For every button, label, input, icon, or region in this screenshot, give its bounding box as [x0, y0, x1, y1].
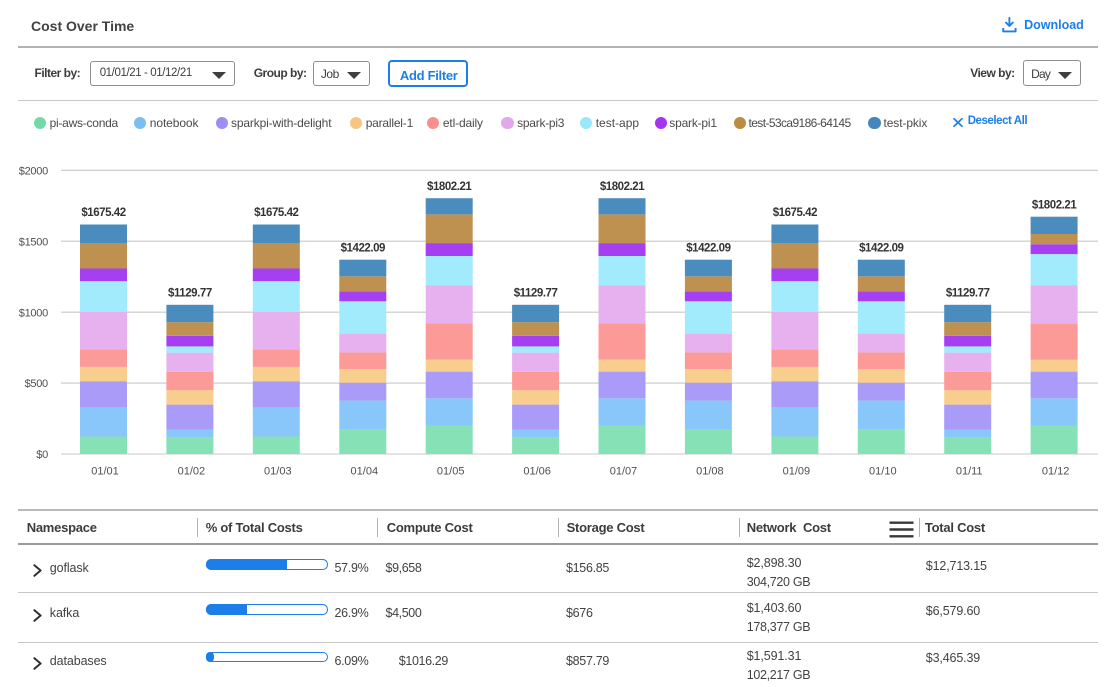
- svg-text:$1422.09: $1422.09: [341, 242, 385, 254]
- svg-text:01/11: 01/11: [956, 466, 983, 478]
- svg-text:$1129.77: $1129.77: [946, 288, 990, 300]
- svg-text:$1500: $1500: [19, 236, 48, 248]
- svg-text:$1802.21: $1802.21: [427, 181, 472, 193]
- svg-text:$1675.42: $1675.42: [254, 207, 298, 219]
- svg-text:$1129.77: $1129.77: [514, 288, 558, 300]
- svg-text:$1675.42: $1675.42: [773, 207, 817, 219]
- svg-text:$0: $0: [36, 449, 48, 461]
- svg-text:$2000: $2000: [19, 165, 48, 177]
- svg-text:01/05: 01/05: [437, 466, 465, 478]
- svg-text:01/09: 01/09: [783, 466, 811, 478]
- svg-text:01/06: 01/06: [523, 466, 551, 478]
- svg-text:01/02: 01/02: [178, 466, 206, 478]
- svg-text:01/12: 01/12: [1042, 466, 1070, 478]
- svg-text:01/03: 01/03: [264, 466, 292, 478]
- svg-text:$1802.21: $1802.21: [1032, 199, 1077, 211]
- svg-text:$1675.42: $1675.42: [81, 207, 125, 219]
- svg-text:$1129.77: $1129.77: [168, 288, 212, 300]
- svg-text:01/10: 01/10: [869, 466, 897, 478]
- svg-text:01/04: 01/04: [351, 466, 379, 478]
- svg-text:01/07: 01/07: [610, 466, 638, 478]
- svg-text:$1000: $1000: [19, 307, 48, 319]
- svg-text:$1802.21: $1802.21: [600, 181, 645, 193]
- svg-text:$1422.09: $1422.09: [859, 242, 903, 254]
- svg-text:01/08: 01/08: [696, 466, 724, 478]
- svg-text:$1422.09: $1422.09: [686, 242, 730, 254]
- svg-text:01/01: 01/01: [91, 466, 119, 478]
- svg-text:$500: $500: [25, 378, 48, 390]
